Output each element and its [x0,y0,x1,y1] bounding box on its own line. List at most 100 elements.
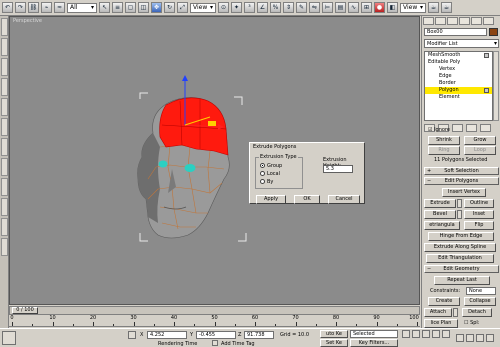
modifier-toggle-icon[interactable] [484,88,489,93]
spinner-snap-icon[interactable]: ⇕ [283,2,294,13]
time-slider[interactable]: 0 / 100 [9,306,420,315]
radio-button[interactable] [260,163,265,168]
tab-panel-button[interactable] [1,58,8,76]
perspective-viewport[interactable]: Perspective Extrude Polygons Extrusion T… [9,16,420,305]
insert-vertex-button[interactable]: Insert Vertex [442,188,486,197]
align-icon[interactable]: ⊨ [322,2,333,13]
edit-polygons-rollout[interactable]: − Edit Polygons [424,177,499,185]
unlink-icon[interactable]: ⌁ [41,2,52,13]
stack-scrollbar[interactable] [493,51,499,121]
slice-plane-button[interactable]: lice Plan [424,319,458,328]
go-to-end-icon[interactable] [442,330,450,338]
constraints-dropdown[interactable]: None [466,287,496,295]
detach-button[interactable]: Detach [462,308,492,317]
extrude-settings-icon[interactable] [457,199,462,208]
grow-button[interactable]: Grow [464,136,496,145]
add-time-tag-text[interactable]: Add Time Tag [221,341,255,347]
auto-key-button[interactable]: uto Ke [320,330,348,338]
edit-triangulation-button[interactable]: Edit Triangulation [426,254,494,263]
set-key-button[interactable]: Set Ke [320,339,348,347]
redo-icon[interactable]: ↷ [15,2,26,13]
angle-snap-icon[interactable]: ∠ [257,2,268,13]
link-icon[interactable]: ⛓ [28,2,39,13]
render-scene-icon[interactable]: ◧ [387,2,398,13]
utilities-tab-icon[interactable] [483,17,494,25]
stack-item-meshsmooth[interactable]: MeshSmooth [425,52,492,59]
radio-by-polygon-option[interactable]: By [260,178,302,185]
render-type-dropdown[interactable]: View ▾ [400,2,426,13]
select-and-rotate-icon[interactable]: ↻ [164,2,175,13]
modifier-toggle-icon[interactable] [484,53,489,58]
active-shade-icon[interactable]: ☕ [441,2,452,13]
play-icon[interactable] [422,330,430,338]
display-tab-icon[interactable] [471,17,482,25]
track-bar[interactable]: 0 10 20 30 40 50 60 70 80 90 100 [9,315,420,327]
y-coordinate-field[interactable]: -0.455 [196,331,236,339]
ignore-backfacing-checkbox[interactable]: ☑ Ignore [428,127,450,133]
flip-button[interactable]: Flip [464,221,494,230]
pan-icon[interactable] [476,334,484,342]
selection-filter-dropdown[interactable]: All ▾ [67,2,97,13]
shrink-button[interactable]: Shrink [428,136,460,145]
select-and-scale-icon[interactable]: ⤢ [177,2,188,13]
select-object-icon[interactable]: ↖ [99,2,110,13]
window-crossing-icon[interactable]: ◫ [138,2,149,13]
hierarchy-tab-icon[interactable] [447,17,458,25]
object-color-swatch[interactable] [489,28,498,36]
bind-space-warp-icon[interactable]: ≈ [54,2,65,13]
arc-rotate-icon[interactable] [486,334,494,342]
radio-group-option[interactable]: Group [260,162,302,169]
pivot-center-icon[interactable]: ⊙ [218,2,229,13]
layer-manager-icon[interactable]: ▤ [335,2,346,13]
soft-selection-rollout[interactable]: + Soft Selection [424,167,499,175]
select-manipulate-icon[interactable]: ✦ [231,2,242,13]
snaps-toggle-icon[interactable]: ³ [244,2,255,13]
undo-icon[interactable]: ↶ [2,2,13,13]
key-filters-button[interactable]: Key Filters... [350,339,398,347]
material-editor-icon[interactable]: ● [374,2,385,13]
create-button[interactable]: Create [428,297,460,306]
named-selection-icon[interactable]: ✎ [296,2,307,13]
loop-button[interactable]: Loop [464,146,496,155]
modifier-list-dropdown[interactable]: Modifier List [424,39,499,48]
make-unique-icon[interactable] [452,124,463,132]
selection-set-dropdown[interactable]: Selected [350,330,398,338]
bevel-button[interactable]: Bevel [424,210,456,219]
stack-item-edge[interactable]: Edge [425,73,492,80]
tab-panel-button[interactable] [1,238,8,256]
zoom-all-icon[interactable] [466,334,474,342]
time-tag-icon[interactable] [212,340,218,346]
tab-panel-button[interactable] [1,218,8,236]
collapse-button[interactable]: Collapse [464,297,496,306]
modify-tab-icon[interactable] [435,17,446,25]
select-and-move-icon[interactable]: ✥ [151,2,162,13]
x-coordinate-field[interactable]: 4.252 [147,331,187,339]
inset-button[interactable]: Inset [464,210,494,219]
object-name-field[interactable]: Box00 [424,28,487,36]
quick-render-icon[interactable]: ☕ [428,2,439,13]
edit-geometry-rollout[interactable]: − Edit Geometry [424,265,499,273]
bevel-settings-icon[interactable] [457,210,462,219]
reference-coordinate-dropdown[interactable]: View ▾ [190,2,216,13]
tab-panel-button[interactable] [1,98,8,116]
z-coordinate-field[interactable]: 91.738 [244,331,274,339]
hinge-from-edge-button[interactable]: Hinge From Edge [428,232,494,241]
select-by-name-icon[interactable]: ≡ [112,2,123,13]
ok-button[interactable]: OK [294,195,320,204]
extrude-along-spline-button[interactable]: Extrude Along Spline [424,243,496,252]
tab-panel-button[interactable] [1,38,8,56]
extrude-button[interactable]: Extrude [424,199,456,208]
tab-panel-button[interactable] [1,18,8,36]
time-slider-thumb[interactable]: 0 / 100 [12,307,38,314]
attach-list-icon[interactable] [453,308,458,317]
lock-selection-icon[interactable] [128,331,136,339]
tab-panel-button[interactable] [1,178,8,196]
radio-button[interactable] [260,179,265,184]
cancel-button[interactable]: Cancel [328,195,360,204]
rectangular-selection-icon[interactable]: ▢ [125,2,136,13]
stack-item-element[interactable]: Element [425,94,492,101]
configure-modifier-sets-icon[interactable] [480,124,491,132]
stack-item-vertex[interactable]: Vertex [425,66,492,73]
retriangulate-button[interactable]: etriangula [424,221,460,230]
outline-button[interactable]: Outline [464,199,494,208]
